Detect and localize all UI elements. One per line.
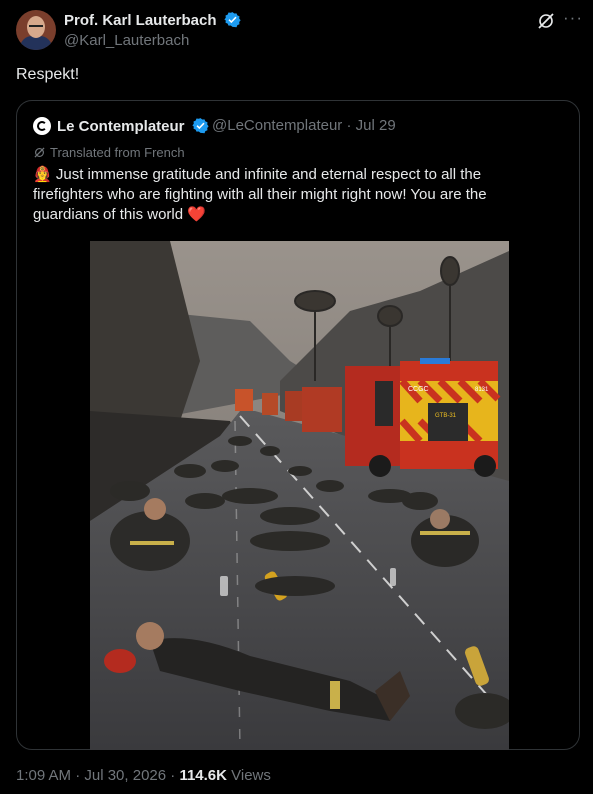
tweet-meta: 1:09 AM · Jul 30, 2026 · 114.6K Views xyxy=(16,767,271,784)
fire-truck: CCGC 8131 GTB-31 xyxy=(345,358,501,477)
truck-marking-ccgc: CCGC xyxy=(408,386,429,393)
truck-marking-gtb: GTB-31 xyxy=(435,413,457,419)
timestamp[interactable]: 1:09 AM · Jul 30, 2026 · xyxy=(16,767,179,784)
translated-label: Translated from French xyxy=(50,145,185,160)
translated-notice: Translated from French xyxy=(33,145,185,160)
verified-badge-icon xyxy=(192,118,209,134)
quote-author-name[interactable]: Le Contemplateur xyxy=(57,118,185,135)
firefighters-resting-on-road-photo-icon: CCGC 8131 GTB-31 xyxy=(90,241,509,750)
more-options-icon[interactable]: ··· xyxy=(563,8,583,28)
author-avatar[interactable] xyxy=(16,10,56,50)
grok-icon[interactable] xyxy=(536,11,556,31)
grok-icon xyxy=(34,147,45,158)
avatar-body xyxy=(20,36,52,50)
quote-author-avatar[interactable] xyxy=(33,117,51,135)
views-count: 114.6K xyxy=(179,767,227,784)
avatar-glasses xyxy=(29,25,43,30)
heart-emoji-icon: ❤️ xyxy=(187,206,206,223)
quote-body: Just immense gratitude and infinite and … xyxy=(33,166,487,223)
tweet-text: Respekt! xyxy=(16,66,80,83)
quote-handle-date[interactable]: @LeContemplateur · Jul 29 xyxy=(212,117,396,134)
author-handle[interactable]: @Karl_Lauterbach xyxy=(64,32,189,49)
quote-text: 👩‍🚒 Just immense gratitude and infinite … xyxy=(33,165,553,225)
quote-author-name-row[interactable]: Le Contemplateur xyxy=(57,117,209,135)
quote-photo[interactable]: CCGC 8131 GTB-31 xyxy=(90,241,509,750)
quoted-tweet[interactable]: Le Contemplateur @LeContemplateur · Jul … xyxy=(16,100,580,750)
author-name[interactable]: Prof. Karl Lauterbach xyxy=(64,12,217,29)
verified-badge-icon xyxy=(224,12,241,28)
firefighter-emoji-icon: 👩‍🚒 xyxy=(33,166,52,183)
author-name-row[interactable]: Prof. Karl Lauterbach xyxy=(64,11,241,29)
truck-marking-8131: 8131 xyxy=(475,387,489,393)
views-label: Views xyxy=(226,767,271,784)
